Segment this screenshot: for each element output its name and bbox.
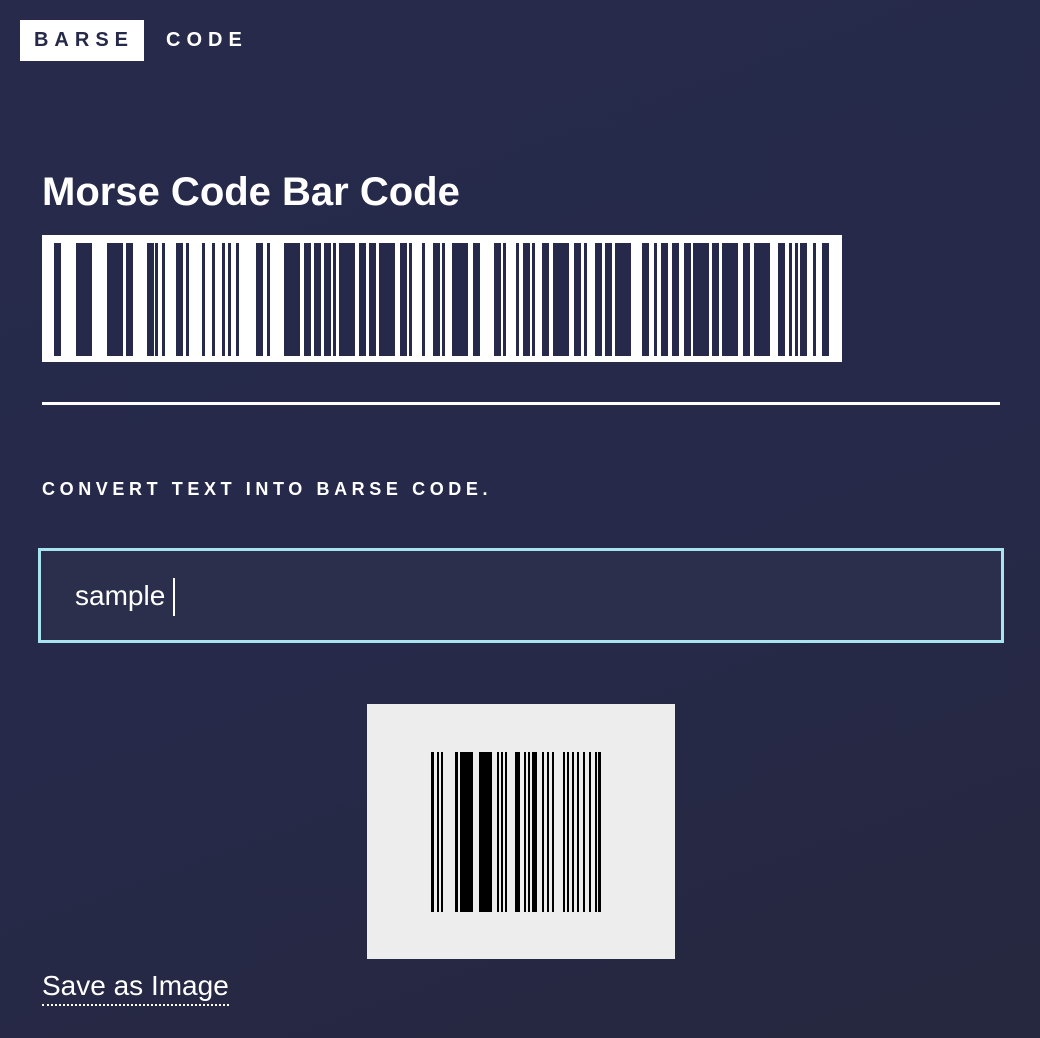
logo-text: CODE — [166, 28, 248, 51]
title-barcode-bar — [532, 243, 535, 356]
result-barcode-bar — [431, 752, 434, 912]
result-barcode-bar — [505, 752, 507, 912]
page-title: Morse Code Bar Code — [42, 170, 460, 214]
title-barcode-bar — [126, 243, 133, 356]
title-barcode-bar — [778, 243, 785, 356]
title-barcode-bar — [202, 243, 205, 356]
title-barcode-bar — [523, 243, 530, 356]
result-barcode-bar — [515, 752, 520, 912]
title-barcode-bar — [584, 243, 587, 356]
title-barcode-bar — [516, 243, 519, 356]
result-barcode-bar — [460, 752, 473, 912]
title-barcode-bar — [795, 243, 798, 356]
result-barcode-bar — [528, 752, 530, 912]
title-barcode-bar — [76, 243, 92, 356]
title-barcode-bar — [605, 243, 612, 356]
title-barcode-bar — [712, 243, 719, 356]
result-barcode-bar — [441, 752, 443, 912]
result-barcode-bar — [547, 752, 549, 912]
save-as-image-link[interactable]: Save as Image — [42, 968, 229, 1006]
title-barcode-bar — [800, 243, 807, 356]
title-barcode-bar — [267, 243, 270, 356]
title-barcode-bar — [422, 243, 425, 356]
title-barcode-bar — [212, 243, 215, 356]
title-barcode-bar — [58, 243, 61, 356]
title-barcode-bar — [284, 243, 300, 356]
title-barcode-bar — [256, 243, 263, 356]
text-input[interactable] — [38, 548, 1004, 643]
result-barcode-bar — [572, 752, 574, 912]
result-barcode-graphic — [431, 752, 601, 912]
logo[interactable]: BARSE CODE — [20, 19, 248, 61]
title-barcode-bar — [339, 243, 355, 356]
title-barcode-bar — [155, 243, 158, 356]
result-barcode-bar — [567, 752, 569, 912]
title-barcode-bar — [494, 243, 501, 356]
result-barcode-bar — [497, 752, 499, 912]
title-barcode-bar — [722, 243, 738, 356]
divider — [42, 402, 1000, 405]
result-barcode-bar — [598, 752, 601, 912]
title-barcode-bar — [789, 243, 792, 356]
title-barcode-bar — [222, 243, 225, 356]
title-barcode-bar — [379, 243, 395, 356]
title-barcode-bar — [236, 243, 239, 356]
title-barcode-bar — [813, 243, 816, 356]
title-barcode-bar — [433, 243, 440, 356]
title-barcode-bar — [409, 243, 412, 356]
title-barcode-bar — [574, 243, 581, 356]
result-barcode-bar — [532, 752, 537, 912]
title-barcode-bar — [176, 243, 183, 356]
title-barcode-bar — [147, 243, 154, 356]
title-barcode-bar — [684, 243, 691, 356]
title-barcode-bar — [400, 243, 407, 356]
title-barcode-bar — [162, 243, 165, 356]
result-barcode-bar — [501, 752, 503, 912]
title-barcode-bar — [654, 243, 657, 356]
result-barcode-bar — [524, 752, 526, 912]
title-barcode-bar — [107, 243, 123, 356]
title-barcode-bar — [359, 243, 366, 356]
text-cursor — [173, 578, 175, 616]
title-barcode-bar — [333, 243, 336, 356]
title-barcode-bar — [661, 243, 668, 356]
title-barcode-bar — [743, 243, 750, 356]
title-barcode-bar — [452, 243, 468, 356]
title-barcode-bar — [754, 243, 770, 356]
result-barcode-bar — [479, 752, 492, 912]
result-barcode-bar — [583, 752, 585, 912]
title-barcode-bar — [595, 243, 602, 356]
result-barcode-bar — [455, 752, 458, 912]
logo-box: BARSE — [20, 19, 144, 61]
result-barcode-card — [367, 704, 675, 959]
result-barcode-bar — [563, 752, 565, 912]
title-barcode-bar — [369, 243, 376, 356]
title-barcode-bar — [186, 243, 189, 356]
section-label: CONVERT TEXT INTO BARSE CODE. — [42, 479, 493, 499]
result-barcode-bar — [437, 752, 439, 912]
title-barcode-bar — [304, 243, 311, 356]
title-barcode-graphic — [54, 243, 829, 356]
title-barcode-bar — [442, 243, 445, 356]
result-barcode-bar — [542, 752, 544, 912]
result-barcode-bar — [595, 752, 597, 912]
title-barcode-bar — [314, 243, 321, 356]
title-barcode-bar — [642, 243, 649, 356]
title-barcode-bar — [693, 243, 709, 356]
result-barcode-bar — [577, 752, 579, 912]
title-barcode-bar — [228, 243, 231, 356]
title-barcode-bar — [822, 243, 829, 356]
title-barcode-bar — [615, 243, 631, 356]
title-barcode-bar — [473, 243, 480, 356]
result-barcode-bar — [589, 752, 591, 912]
title-barcode-bar — [542, 243, 549, 356]
result-barcode-bar — [552, 752, 554, 912]
title-barcode-bar — [503, 243, 506, 356]
title-barcode-bar — [324, 243, 331, 356]
title-barcode-bar — [672, 243, 679, 356]
title-barcode-image — [42, 235, 842, 362]
title-barcode-bar — [553, 243, 569, 356]
